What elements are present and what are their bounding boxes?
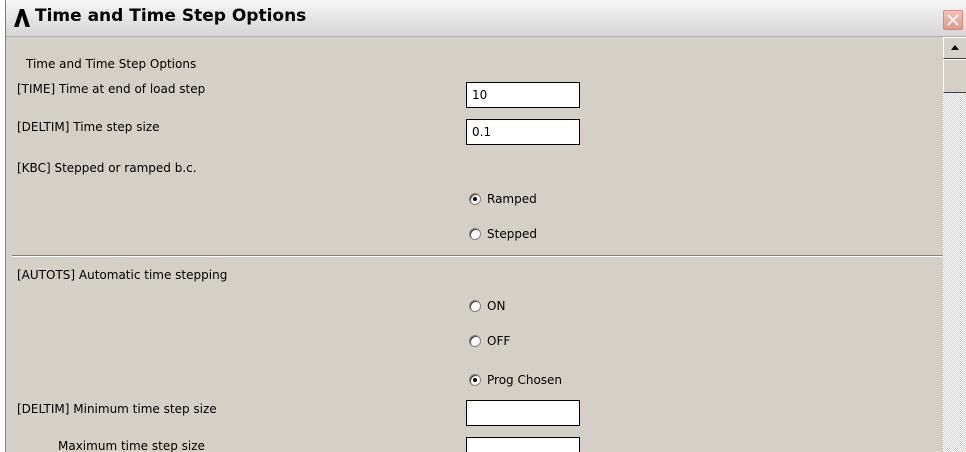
- max-step-label: Maximum time step size: [58, 439, 205, 452]
- section-heading: Time and Time Step Options: [26, 57, 197, 71]
- radio-indicator: [469, 335, 481, 347]
- close-button[interactable]: [943, 10, 963, 30]
- radio-indicator: [469, 228, 481, 240]
- time-input[interactable]: 10: [466, 82, 580, 108]
- radio-on-label: ON: [487, 299, 506, 313]
- max-step-input[interactable]: [466, 437, 580, 452]
- vertical-scrollbar[interactable]: [943, 37, 966, 452]
- radio-stepped[interactable]: Stepped: [469, 226, 537, 242]
- deltim-input[interactable]: 0.1: [466, 119, 580, 145]
- ansys-logo-icon: [14, 9, 30, 27]
- radio-indicator-checked: [469, 193, 481, 205]
- close-icon: [947, 14, 959, 26]
- arrow-up-icon: [951, 45, 959, 50]
- radio-ramped-label: Ramped: [487, 192, 537, 206]
- radio-on[interactable]: ON: [469, 298, 505, 314]
- radio-prog-chosen-label: Prog Chosen: [487, 373, 563, 387]
- radio-prog-chosen[interactable]: Prog Chosen: [469, 372, 562, 388]
- time-label: [TIME] Time at end of load step: [17, 82, 206, 96]
- min-step-label: [DELTIM] Minimum time step size: [17, 402, 217, 416]
- min-step-input[interactable]: [466, 400, 580, 426]
- radio-indicator-checked: [469, 374, 481, 386]
- radio-off[interactable]: OFF: [469, 333, 510, 349]
- dialog-window: Time and Time Step Options Time and Time…: [5, 0, 966, 452]
- deltim-label: [DELTIM] Time step size: [17, 120, 160, 134]
- scrollbar-thumb[interactable]: [943, 59, 966, 93]
- autots-label: [AUTOTS] Automatic time stepping: [17, 268, 228, 282]
- radio-ramped[interactable]: Ramped: [469, 191, 537, 207]
- dialog-content: Time and Time Step Options [TIME] Time a…: [6, 37, 943, 452]
- radio-indicator: [469, 300, 481, 312]
- section-divider: [12, 255, 943, 257]
- radio-stepped-label: Stepped: [487, 227, 537, 241]
- window-title: Time and Time Step Options: [35, 6, 307, 26]
- scroll-up-button[interactable]: [943, 37, 966, 59]
- title-bar[interactable]: Time and Time Step Options: [6, 0, 966, 37]
- kbc-label: [KBC] Stepped or ramped b.c.: [17, 161, 197, 175]
- radio-off-label: OFF: [487, 334, 511, 348]
